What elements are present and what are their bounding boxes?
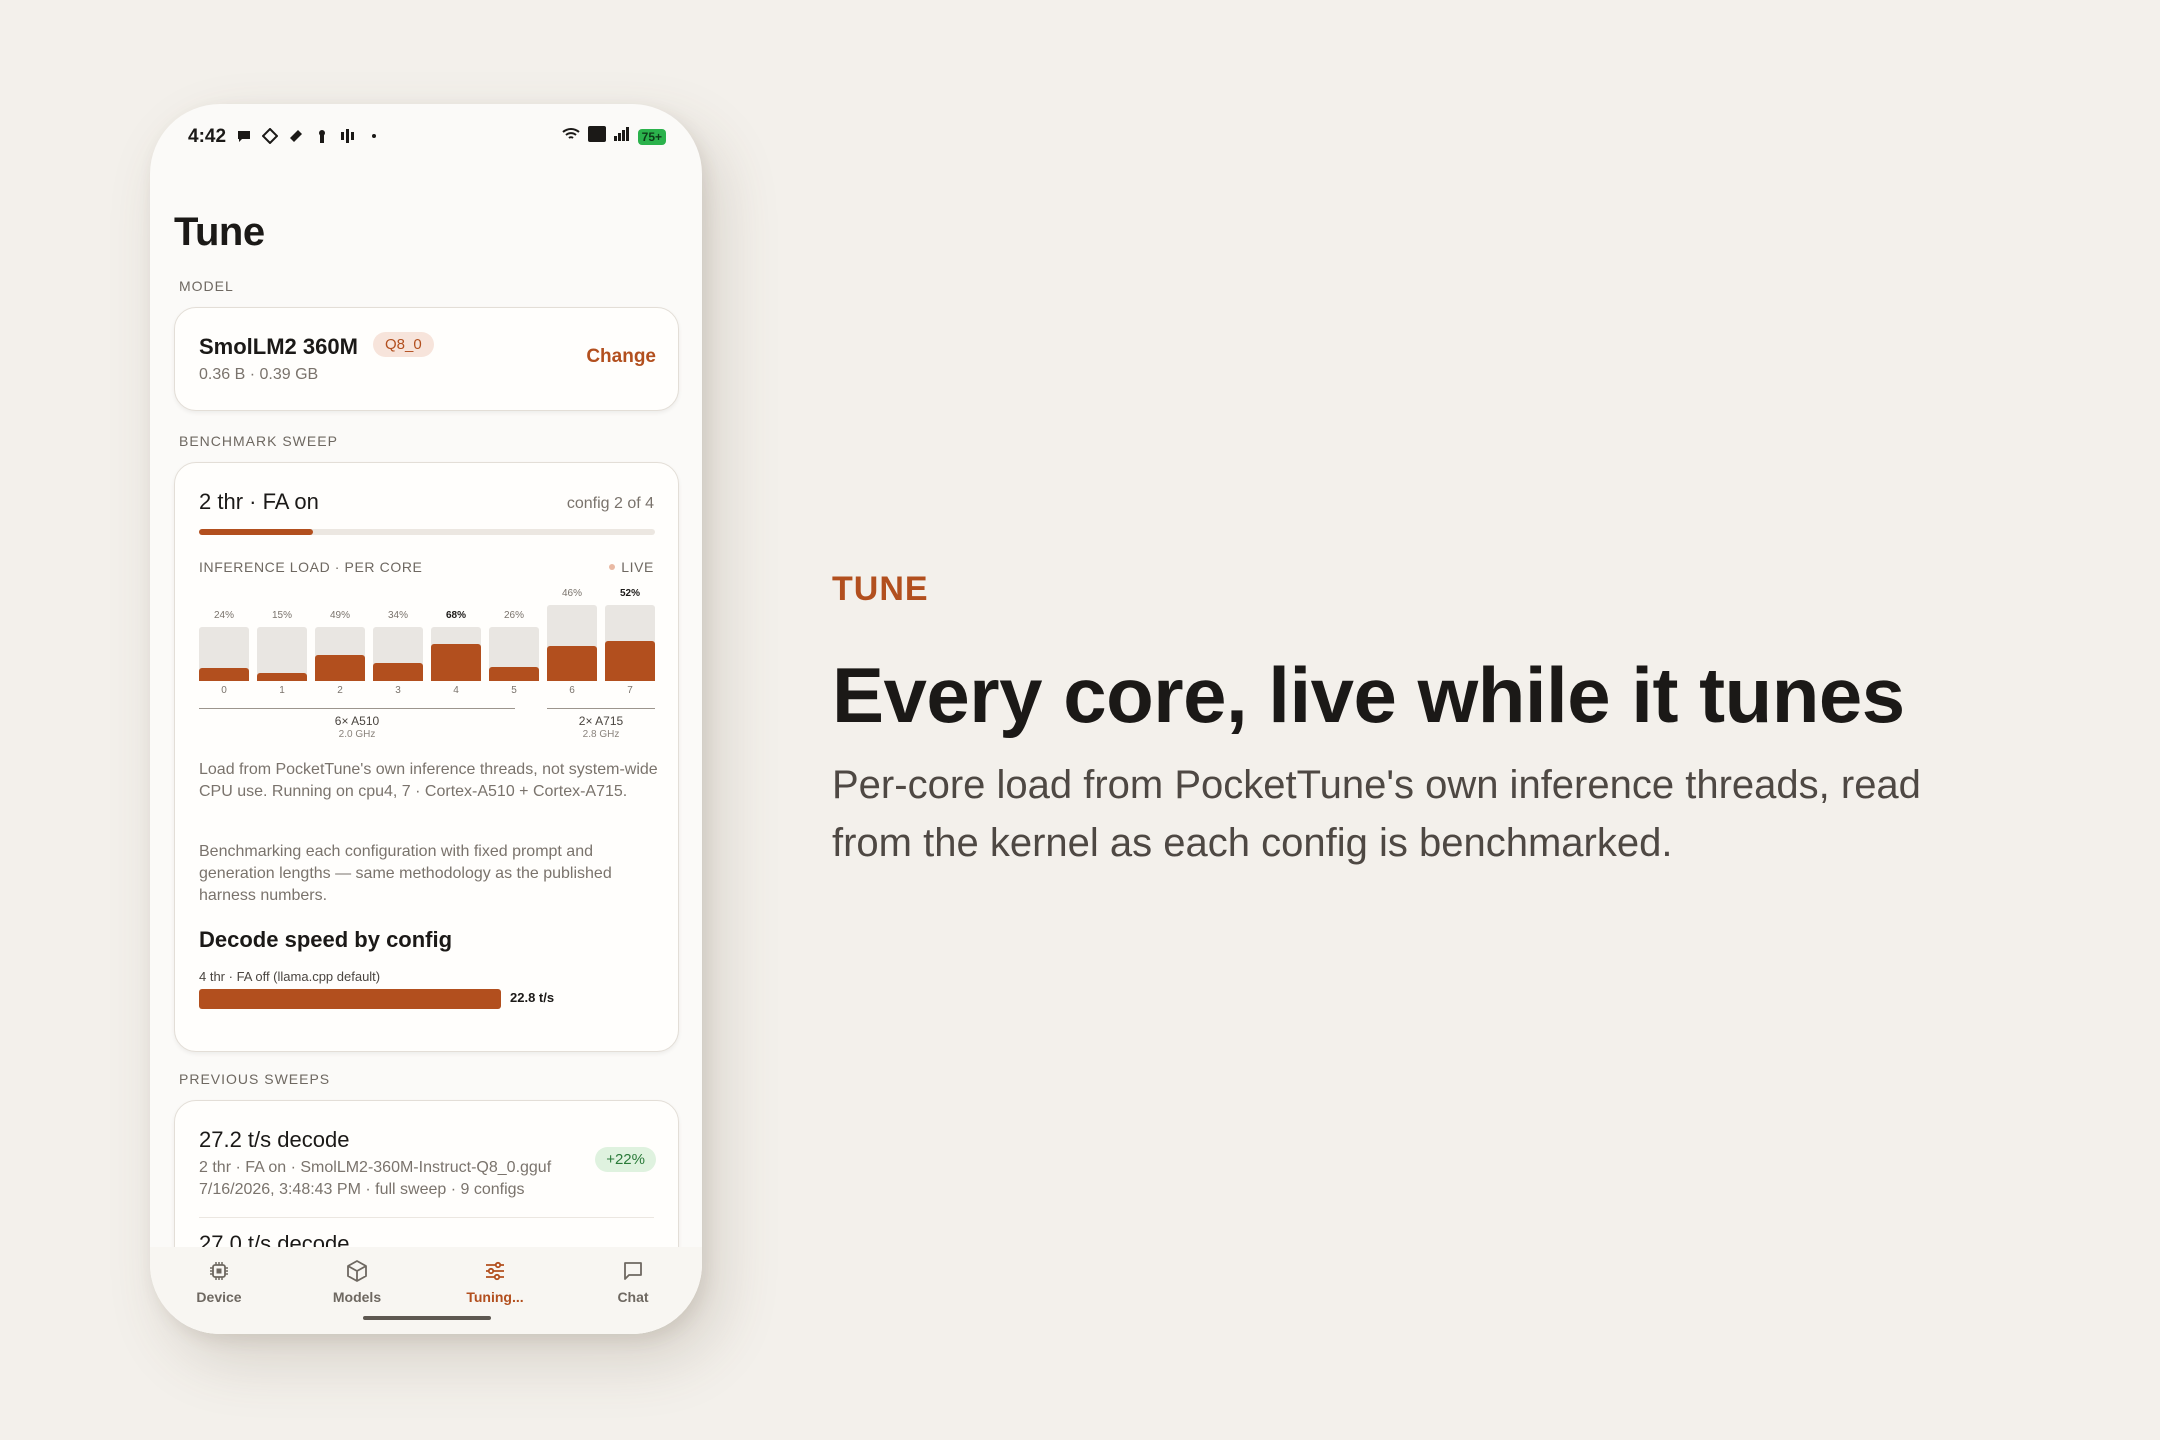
status-bar: 4:42 75+ — [150, 104, 702, 174]
nav-device-label: Device — [196, 1289, 242, 1305]
core-4: 68% 4 — [431, 463, 481, 703]
nav-device[interactable]: Device — [150, 1259, 288, 1305]
model-section-label: MODEL — [179, 278, 234, 294]
core-load-label: 34% — [387, 610, 408, 621]
previous-sweep-title: 27.2 t/s decode — [199, 1127, 350, 1152]
notification-icons — [236, 127, 382, 145]
core-load-fill — [605, 641, 655, 681]
core-2: 49% 2 — [315, 463, 365, 703]
model-card: SmolLM2 360M Q8_0 0.36 B · 0.39 GB Chang… — [174, 307, 679, 411]
section-eyebrow: TUNE — [832, 570, 929, 608]
audio-notification-icon — [340, 128, 356, 144]
core-0: 24% 0 — [199, 463, 249, 703]
list-divider — [199, 1217, 654, 1218]
methodology-note: Benchmarking each configuration with fix… — [199, 843, 612, 904]
bottom-navigation: Device Models Tuning... Chat — [150, 1247, 702, 1334]
decode-speed-title: Decode speed by config — [199, 927, 453, 952]
decode-speed-bar — [199, 989, 501, 1009]
nav-chat[interactable]: Chat — [564, 1259, 702, 1305]
load-note: Load from PocketTune's own inference thr… — [199, 761, 658, 800]
core-index-label: 1 — [279, 685, 285, 696]
core-load-fill — [315, 655, 365, 681]
signal-icon — [613, 127, 630, 146]
core-load-bar — [489, 627, 539, 681]
app-notification-icon — [261, 127, 279, 145]
core-load-bar — [199, 627, 249, 681]
home-indicator[interactable] — [363, 1316, 491, 1320]
keyhole-notification-icon — [314, 128, 330, 144]
speedup-badge: +22% — [595, 1147, 656, 1172]
core-load-bar — [257, 627, 307, 681]
system-status-icons: 75+ — [561, 126, 666, 147]
core-3: 34% 3 — [373, 463, 423, 703]
core-load-label: 46% — [561, 588, 582, 599]
core-load-fill — [199, 668, 249, 681]
core-load-fill — [373, 663, 423, 681]
core-5: 26% 5 — [489, 463, 539, 703]
model-name: SmolLM2 360M — [199, 334, 358, 359]
cluster-freq-a715: 2.8 GHz — [582, 729, 620, 740]
nav-tuning[interactable]: Tuning... — [426, 1259, 564, 1305]
benchmark-section-label: BENCHMARK SWEEP — [179, 433, 338, 449]
core-index-label: 7 — [627, 685, 633, 696]
core-load-bar — [431, 627, 481, 681]
core-load-bar — [315, 627, 365, 681]
tag-notification-icon — [288, 128, 304, 144]
nav-tuning-label: Tuning... — [466, 1289, 524, 1305]
core-index-label: 3 — [395, 685, 401, 696]
battery-icon: 75+ — [637, 128, 666, 145]
nav-models[interactable]: Models — [288, 1259, 426, 1305]
core-load-label: 15% — [271, 610, 292, 621]
core-index-label: 6 — [569, 685, 575, 696]
benchmark-card: 2 thr · FA on config 2 of 4 INFERENCE LO… — [174, 462, 679, 1052]
page-title: Tune — [174, 210, 265, 254]
cube-icon — [347, 1260, 367, 1282]
wifi-calling-icon — [587, 126, 606, 147]
previous-sweep-date: 7/16/2026, 3:48:43 PM · full sweep · 9 c… — [199, 1181, 525, 1198]
core-index-label: 5 — [511, 685, 517, 696]
core-load-fill — [257, 673, 307, 681]
cluster-divider-a715 — [547, 708, 655, 709]
core-load-label: 24% — [213, 610, 234, 621]
chat-bubble-icon — [624, 1262, 642, 1280]
core-load-bar — [605, 605, 655, 681]
cluster-divider-a510 — [199, 708, 515, 709]
cluster-name-a510: 6× A510 — [334, 714, 380, 728]
core-load-bar — [373, 627, 423, 681]
core-index-label: 2 — [337, 685, 343, 696]
previous-section-label: PREVIOUS SWEEPS — [179, 1071, 331, 1087]
core-index-label: 0 — [221, 685, 227, 696]
cluster-name-a715: 2× A715 — [578, 714, 624, 728]
core-index-label: 4 — [453, 685, 459, 696]
core-load-fill — [489, 667, 539, 681]
decode-row-label: 4 thr · FA off (llama.cpp default) — [199, 969, 381, 984]
core-1: 15% 1 — [257, 463, 307, 703]
more-dot-icon — [366, 128, 382, 144]
hero-subhead: Per-core load from PocketTune's own infe… — [832, 763, 1921, 865]
nav-models-label: Models — [332, 1289, 382, 1305]
sliders-icon — [486, 1261, 504, 1281]
core-6: 46% 6 — [547, 463, 597, 703]
previous-sweep-config: 2 thr · FA on · SmolLM2-360M-Instruct-Q8… — [199, 1159, 552, 1176]
nav-chat-label: Chat — [617, 1289, 649, 1305]
phone-frame: 4:42 75+ Tune MODEL SmolLM2 360M Q8_0 0.… — [150, 104, 702, 1334]
change-model-button[interactable]: Change — [586, 346, 656, 368]
decode-speed-value: 22.8 t/s — [510, 990, 555, 1005]
hero-headline: Every core, live while it tunes — [832, 651, 1905, 739]
chip-icon — [210, 1262, 228, 1280]
core-load-bar — [547, 605, 597, 681]
cluster-freq-a510: 2.0 GHz — [338, 729, 376, 740]
status-time: 4:42 — [188, 126, 227, 147]
core-load-label: 68% — [445, 610, 466, 621]
core-load-label: 26% — [503, 610, 524, 621]
core-7: 52% 7 — [605, 463, 655, 703]
quant-badge: Q8_0 — [373, 332, 434, 357]
core-load-fill — [547, 646, 597, 681]
core-load-label: 52% — [619, 588, 640, 599]
wifi-icon — [561, 127, 580, 146]
chat-notification-icon — [236, 128, 252, 144]
core-load-fill — [431, 644, 481, 681]
model-meta: 0.36 B · 0.39 GB — [199, 366, 319, 383]
core-load-label: 49% — [329, 610, 350, 621]
